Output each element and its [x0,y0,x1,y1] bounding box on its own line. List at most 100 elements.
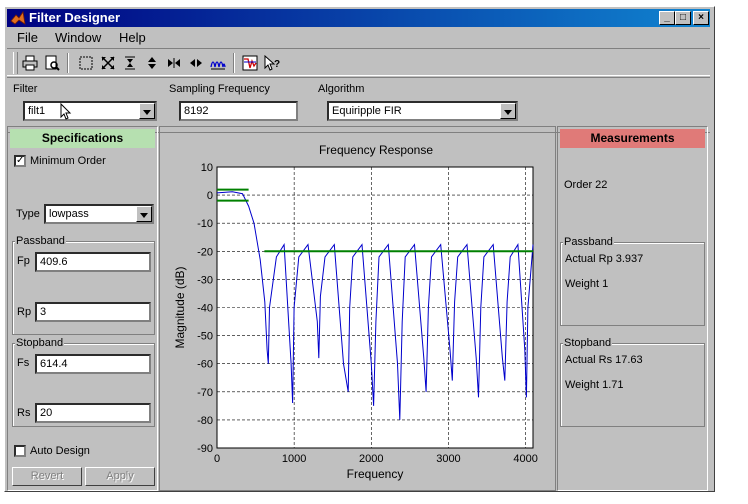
full-view-y-icon [190,59,202,67]
svg-text:?: ? [274,59,280,70]
chevron-down-icon[interactable] [136,206,152,222]
specifications-panel: Specifications ✓ Minimum Order Type lowp… [7,126,158,491]
fp-input[interactable]: 409.6 [35,252,151,272]
fs-label: Fs [17,357,30,369]
stopband-title: Stopband [15,337,65,349]
measurements-stopband-title: Stopband [563,337,613,349]
rs-input[interactable]: 20 [35,403,151,423]
auto-design-label: Auto Design [30,445,90,457]
menu-bar: File Window Help [7,28,710,47]
menu-help[interactable]: Help [119,30,146,45]
zoom-xy-icon [101,56,115,70]
filter-label: Filter [13,83,38,95]
zoom-x-icon [125,56,135,70]
close-icon: × [698,12,704,23]
toolbar-grip [13,52,18,74]
measurements-header: Measurements [560,129,705,148]
checkmark-icon: ✓ [16,155,25,166]
print-button[interactable] [21,54,39,72]
revert-button[interactable]: Revert [12,467,82,486]
zoom-x-button[interactable] [121,54,139,72]
minimize-icon: _ [664,12,670,23]
spectrum-button[interactable] [241,54,259,72]
pass-band-button[interactable] [209,54,227,72]
filter-settings-bar: Filter filt1 Sampling Frequency 8192 Alg… [7,77,710,133]
specifications-header: Specifications [10,129,155,148]
rs-label: Rs [17,407,31,419]
mouse-cursor-icon [60,103,72,120]
maximize-icon: □ [679,12,687,23]
stopband-weight-text: Weight 1.71 [565,379,624,391]
zoom-xy-button[interactable] [99,54,117,72]
order-text: Order 22 [564,179,608,191]
title-bar: Filter Designer _ □ × [7,9,710,27]
auto-design-checkbox[interactable] [14,445,26,457]
y-tick-label: 10 [201,162,213,174]
x-tick-label: 0 [214,453,220,465]
full-view-x-icon [168,58,180,68]
x-tick-label: 2000 [359,453,383,465]
toolbar-separator [233,53,235,73]
y-tick-label: -30 [197,274,213,286]
maximize-button[interactable]: □ [675,11,691,25]
stopband-group: Stopband Fs 614.4 Rs 20 [12,337,155,427]
algorithm-select-value: Equiripple FIR [332,105,402,117]
y-tick-label: -60 [197,359,213,371]
type-label: Type [16,208,40,220]
measurements-passband-title: Passband [563,236,614,248]
minimum-order-checkbox[interactable]: ✓ [14,155,26,167]
x-tick-label: 3000 [436,453,460,465]
minimum-order-label: Minimum Order [30,155,106,167]
whats-this-button[interactable]: ? [263,54,281,72]
y-tick-label: -80 [197,415,213,427]
full-view-y-button[interactable] [187,54,205,72]
x-tick-label: 1000 [282,453,306,465]
toolbar-separator [67,53,69,73]
passband-group: Passband Fp 409.6 Rp 3 [12,235,155,335]
type-select[interactable]: lowpass [44,204,154,224]
measurements-panel: Measurements Order 22 Passband Actual Rp… [557,126,708,491]
toolbar: ? [7,48,710,76]
menu-window[interactable]: Window [55,30,101,45]
spectrum-icon [242,55,258,71]
close-button[interactable]: × [693,11,709,25]
zoom-box-icon [79,56,93,70]
y-tick-label: -10 [197,218,213,230]
frequency-response-chart[interactable]: Frequency Response 0 1000 2000 3000 4000100-… [160,127,555,490]
full-view-x-button[interactable] [165,54,183,72]
sampling-frequency-input[interactable]: 8192 [179,101,298,121]
y-axis-label: Magnitude (dB) [173,266,187,348]
y-tick-label: -40 [197,303,213,315]
window-title: Filter Designer [29,10,121,25]
actual-rs-text: Actual Rs 17.63 [565,354,643,366]
y-tick-label: -50 [197,331,213,343]
apply-button[interactable]: Apply [85,467,155,486]
algorithm-select[interactable]: Equiripple FIR [327,101,518,121]
y-tick-label: -90 [197,443,213,455]
actual-rp-text: Actual Rp 3.937 [565,253,644,265]
plot-panel: Frequency Response 0 1000 2000 3000 4000 10 0-… [159,126,556,491]
y-tick-label: 0 [207,190,213,202]
y-tick-label: -20 [197,246,213,258]
filter-select-value: filt1 [28,105,46,117]
fs-input[interactable]: 614.4 [35,354,151,374]
whats-this-icon: ? [264,55,280,71]
x-axis-label: Frequency [347,467,404,481]
menu-file[interactable]: File [17,30,38,45]
chevron-down-icon[interactable] [500,103,516,119]
chart-title: Frequency Response [319,143,433,157]
type-select-value: lowpass [49,208,89,220]
print-preview-icon [45,55,60,71]
zoom-y-button[interactable] [143,54,161,72]
minimize-button[interactable]: _ [659,11,675,25]
print-preview-button[interactable] [43,54,61,72]
chevron-down-icon[interactable] [139,103,155,119]
print-icon [22,55,38,71]
y-tick-label: -70 [197,387,213,399]
filter-select[interactable]: filt1 [23,101,157,121]
matlab-logo-icon [10,10,26,25]
algorithm-label: Algorithm [318,83,365,95]
filter-designer-window: Filter Designer _ □ × File Window Help ?… [4,6,715,492]
zoom-box-button[interactable] [77,54,95,72]
rp-input[interactable]: 3 [35,302,151,322]
